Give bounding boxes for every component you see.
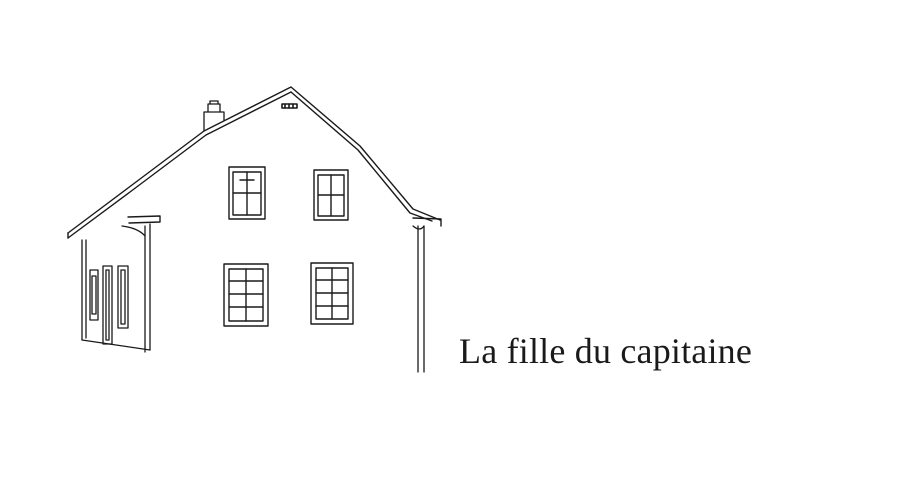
page: La fille du capitaine: [0, 0, 909, 504]
lower-window-left: [223, 263, 269, 327]
gable-wall: [121, 223, 425, 373]
upper-window-left: [228, 166, 266, 220]
book-title: La fille du capitaine: [459, 331, 753, 371]
roof-vent: [281, 103, 298, 109]
upper-window-right: [313, 169, 349, 221]
house-illustration: [67, 86, 442, 373]
side-wall: [81, 239, 151, 351]
lower-window-right: [310, 262, 354, 325]
